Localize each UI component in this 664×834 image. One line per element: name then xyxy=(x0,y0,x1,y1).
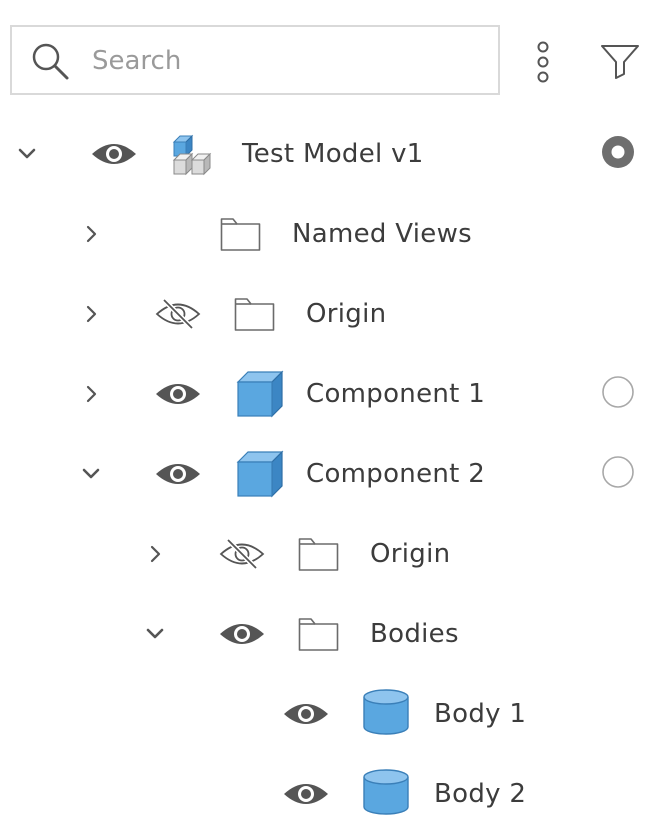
search-box[interactable] xyxy=(10,25,500,95)
filter-icon[interactable] xyxy=(596,38,644,86)
folder-icon xyxy=(298,538,339,571)
chevron-down-icon[interactable] xyxy=(15,142,39,166)
chevron-right-icon[interactable] xyxy=(79,302,103,326)
tree-row-label: Bodies xyxy=(370,619,459,649)
tree-row-named-views[interactable]: Named Views xyxy=(0,194,664,274)
tree-row-label: Component 2 xyxy=(306,459,486,489)
chevron-right-icon[interactable] xyxy=(79,222,103,246)
tree-row-body-1[interactable]: Body 1 xyxy=(0,674,664,754)
eye-icon[interactable] xyxy=(282,778,330,810)
folder-icon xyxy=(220,218,261,251)
tree-row-label: Component 1 xyxy=(306,379,486,409)
chevron-down-icon[interactable] xyxy=(79,462,103,486)
eye-slash-icon[interactable] xyxy=(154,298,202,330)
eye-icon[interactable] xyxy=(154,458,202,490)
more-vertical-icon[interactable] xyxy=(524,38,562,86)
component-cube-icon xyxy=(236,450,284,498)
tree-row-test-model-v1[interactable]: Test Model v1 xyxy=(0,114,664,194)
tree-row-origin[interactable]: Origin xyxy=(0,514,664,594)
chevron-right-icon[interactable] xyxy=(79,382,103,406)
folder-icon xyxy=(298,618,339,651)
activate-radio-icon[interactable] xyxy=(600,374,636,410)
body-cylinder-icon xyxy=(363,769,409,815)
eye-slash-icon[interactable] xyxy=(218,538,266,570)
chevron-right-icon[interactable] xyxy=(143,542,167,566)
tree-row-label: Test Model v1 xyxy=(242,139,424,169)
assembly-icon xyxy=(172,134,212,176)
eye-icon[interactable] xyxy=(282,698,330,730)
search-icon xyxy=(32,43,69,80)
tree-row-label: Named Views xyxy=(292,219,473,249)
tree-row-origin[interactable]: Origin xyxy=(0,274,664,354)
tree-row-label: Origin xyxy=(370,539,451,569)
tree-row-label: Origin xyxy=(306,299,387,329)
activate-radio-icon[interactable] xyxy=(600,134,636,170)
eye-icon[interactable] xyxy=(90,138,138,170)
tree-row-body-2[interactable]: Body 2 xyxy=(0,754,664,834)
browser-toolbar xyxy=(0,0,664,110)
tree-row-label: Body 1 xyxy=(434,699,527,729)
tree-row-bodies[interactable]: Bodies xyxy=(0,594,664,674)
component-cube-icon xyxy=(236,370,284,418)
activate-radio-icon[interactable] xyxy=(600,454,636,490)
chevron-down-icon[interactable] xyxy=(143,622,167,646)
eye-icon[interactable] xyxy=(218,618,266,650)
eye-icon[interactable] xyxy=(154,378,202,410)
search-input[interactable] xyxy=(92,39,482,83)
folder-icon xyxy=(234,298,275,331)
body-cylinder-icon xyxy=(363,689,409,735)
tree-row-component-2[interactable]: Component 2 xyxy=(0,434,664,514)
tree-row-component-1[interactable]: Component 1 xyxy=(0,354,664,434)
tree-row-label: Body 2 xyxy=(434,779,527,809)
